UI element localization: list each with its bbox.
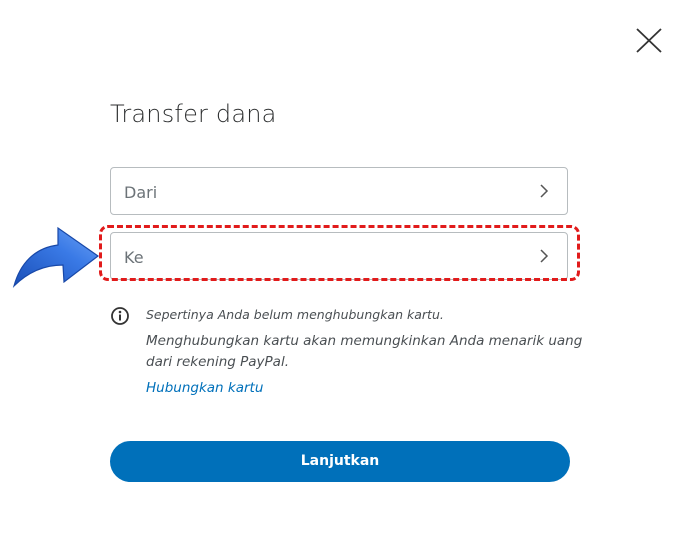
info-message: Sepertinya Anda belum menghubungkan kart… (146, 307, 444, 322)
link-card-link[interactable]: Hubungkan kartu (146, 380, 263, 396)
to-field-label: Ke (124, 248, 144, 267)
page-title: Transfer dana (110, 100, 277, 128)
chevron-right-icon (540, 249, 549, 263)
to-account-field[interactable]: Ke (110, 232, 568, 280)
chevron-right-icon (540, 184, 549, 198)
close-icon[interactable] (630, 24, 666, 56)
info-icon (111, 307, 129, 325)
transfer-dialog: Transfer dana Dari Ke Sepertinya Anda be… (0, 0, 673, 545)
from-field-label: Dari (124, 183, 158, 202)
info-description: Menghubungkan kartu akan memungkinkan An… (146, 333, 583, 370)
arrow-pointer-icon (12, 226, 100, 289)
from-account-field[interactable]: Dari (110, 167, 568, 215)
continue-button[interactable]: Lanjutkan (110, 441, 570, 482)
